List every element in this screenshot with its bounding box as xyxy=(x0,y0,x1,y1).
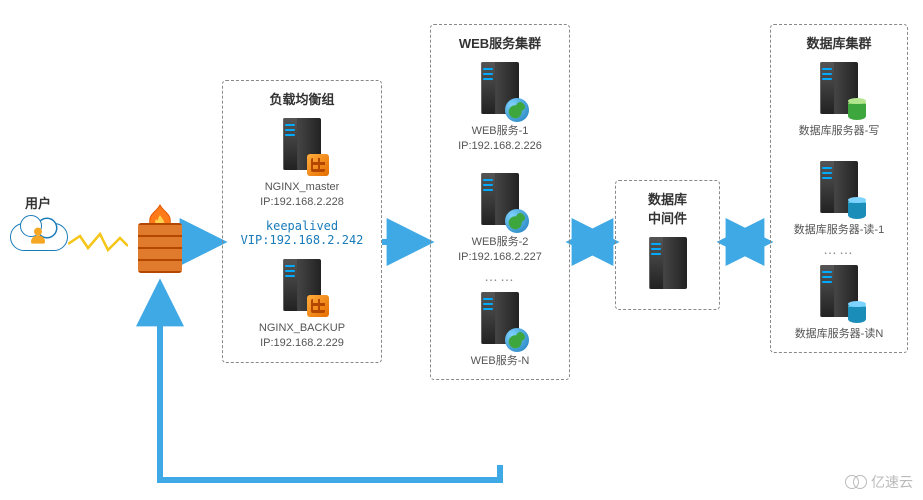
db-title: 数据库集群 xyxy=(781,33,897,52)
lb-node-name: NGINX_BACKUP xyxy=(233,321,371,336)
db-node-name: 数据库服务器-写 xyxy=(781,124,897,139)
loadbalancer-group: 负载均衡组 NGINX_master IP:192.168.2.228 keep… xyxy=(222,80,382,363)
web-node-name: WEB服务-N xyxy=(441,354,559,369)
server-icon xyxy=(475,288,525,348)
ellipsis: …… xyxy=(781,241,897,257)
server-icon xyxy=(814,261,864,321)
lb-node-ip: IP:192.168.2.228 xyxy=(233,195,371,210)
brick-wall-icon xyxy=(138,223,182,273)
server-icon xyxy=(277,114,327,174)
lb-node-name: NGINX_master xyxy=(233,180,371,195)
db-node-name: 数据库服务器-读-1 xyxy=(781,223,897,238)
firewall-badge-icon xyxy=(307,295,329,317)
lb-title: 负载均衡组 xyxy=(233,89,371,108)
watermark: 亿速云 xyxy=(845,472,913,492)
web-node-ip: IP:192.168.2.227 xyxy=(441,250,559,265)
keepalived-label: keepalived VIP:192.168.2.242 xyxy=(233,219,371,247)
user-label: 用户 xyxy=(8,195,68,213)
firewall-badge-icon xyxy=(307,154,329,176)
server-icon xyxy=(814,157,864,217)
web-title: WEB服务集群 xyxy=(441,33,559,52)
firewall-node xyxy=(128,205,192,283)
globe-icon xyxy=(505,98,529,122)
globe-icon xyxy=(505,328,529,352)
mw-title: 数据库 中间件 xyxy=(626,189,709,227)
db-node-name: 数据库服务器-读N xyxy=(781,327,897,342)
database-icon xyxy=(848,96,866,120)
database-icon xyxy=(848,299,866,323)
user-node: 用户 xyxy=(8,195,68,251)
web-cluster-group: WEB服务集群 WEB服务-1 IP:192.168.2.226 WEB服务-2… xyxy=(430,24,570,380)
web-node-name: WEB服务-1 xyxy=(441,124,559,139)
web-node-name: WEB服务-2 xyxy=(441,235,559,250)
middleware-group: 数据库 中间件 xyxy=(615,180,720,310)
server-icon xyxy=(277,255,327,315)
server-icon xyxy=(475,58,525,118)
server-icon xyxy=(475,169,525,229)
server-icon xyxy=(814,58,864,118)
watermark-text: 亿速云 xyxy=(871,472,913,492)
server-icon xyxy=(643,233,693,293)
cloud-icon xyxy=(10,217,66,251)
db-cluster-group: 数据库集群 数据库服务器-写 数据库服务器-读-1 …… 数据库服务器-读N xyxy=(770,24,908,353)
database-icon xyxy=(848,195,866,219)
ellipsis: …… xyxy=(441,268,559,284)
lb-node-ip: IP:192.168.2.229 xyxy=(233,336,371,351)
lightning-icon xyxy=(68,232,128,256)
globe-icon xyxy=(505,209,529,233)
watermark-icon xyxy=(845,475,867,489)
web-node-ip: IP:192.168.2.226 xyxy=(441,139,559,154)
